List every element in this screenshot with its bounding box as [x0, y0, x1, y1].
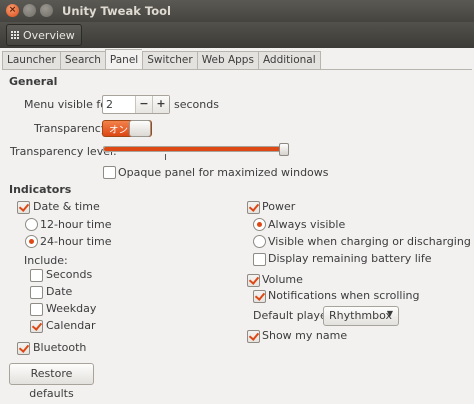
decrement-button[interactable]: − [135, 96, 152, 113]
tab-web-apps[interactable]: Web Apps [196, 51, 258, 69]
tab-panel[interactable]: Panel [104, 49, 143, 69]
title-bar: × Unity Tweak Tool [0, 0, 474, 22]
transparency-label: Transparency: [34, 122, 111, 135]
include-label: Include: [24, 254, 68, 267]
overview-button[interactable]: Overview [6, 24, 82, 46]
minimize-icon[interactable] [23, 4, 36, 17]
slider-fill [104, 147, 281, 151]
tab-launcher[interactable]: Launcher [2, 51, 60, 69]
switch-on-label: オン [109, 125, 129, 136]
indicators-heading: Indicators [9, 183, 72, 196]
menu-visible-stepper: 2 − + [102, 95, 170, 114]
calendar-checkbox[interactable] [30, 320, 43, 333]
tab-bar: Launcher Search Panel Switcher Web Apps … [2, 49, 321, 70]
general-heading: General [9, 75, 58, 88]
transparency-level-label: Transparency level: [10, 145, 117, 158]
slider-handle[interactable] [279, 143, 289, 156]
date-checkbox-label: Date [46, 285, 73, 298]
datetime-label: Date & time [33, 200, 100, 213]
calendar-checkbox-label: Calendar [46, 319, 96, 332]
radio-12-hour[interactable] [25, 218, 38, 231]
radio-always-visible[interactable] [253, 218, 266, 231]
slider-mark [165, 154, 166, 160]
notifications-label: Notifications when scrolling [268, 289, 420, 302]
radio-24-hour[interactable] [25, 235, 38, 248]
dropdown-arrow-icon: ▼ [386, 309, 393, 318]
overview-label: Overview [23, 28, 75, 42]
close-icon[interactable]: × [6, 4, 19, 17]
date-checkbox[interactable] [30, 286, 43, 299]
volume-label: Volume [262, 273, 303, 286]
default-player-dropdown[interactable]: Rhythmbox ▼ [323, 306, 399, 326]
transparency-switch[interactable]: オン [102, 120, 152, 137]
seconds-checkbox-label: Seconds [46, 268, 93, 281]
radio-charging-label: Visible when charging or discharging [268, 235, 471, 248]
battery-checkbox[interactable] [253, 253, 266, 266]
bluetooth-checkbox[interactable] [17, 342, 30, 355]
tab-divider [2, 69, 472, 70]
radio-12-hour-label: 12-hour time [40, 218, 112, 231]
transparency-level-slider[interactable] [103, 146, 287, 152]
seconds-checkbox[interactable] [30, 269, 43, 282]
radio-charging[interactable] [253, 235, 266, 248]
toolbar: Overview [0, 22, 474, 48]
radio-always-visible-label: Always visible [268, 218, 346, 231]
power-checkbox[interactable] [247, 201, 260, 214]
bluetooth-label: Bluetooth [33, 341, 87, 354]
weekday-checkbox-label: Weekday [46, 302, 97, 315]
increment-button[interactable]: + [152, 96, 169, 113]
power-label: Power [262, 200, 296, 213]
unity-tweak-tool-window: × Unity Tweak Tool Overview Launcher Sea… [0, 0, 474, 400]
seconds-label: seconds [174, 98, 219, 111]
radio-24-hour-label: 24-hour time [40, 235, 112, 248]
weekday-checkbox[interactable] [30, 303, 43, 316]
window-title: Unity Tweak Tool [62, 4, 171, 18]
switch-knob [129, 120, 151, 137]
volume-checkbox[interactable] [247, 274, 260, 287]
show-name-label: Show my name [262, 329, 348, 342]
restore-defaults-button[interactable]: Restore defaults [9, 363, 94, 400]
opaque-label: Opaque panel for maximized windows [118, 166, 329, 179]
tab-additional[interactable]: Additional [257, 51, 321, 69]
notifications-checkbox[interactable] [253, 290, 266, 303]
default-player-value: Rhythmbox [329, 309, 393, 322]
grid-icon [11, 31, 19, 39]
datetime-checkbox[interactable] [17, 201, 30, 214]
battery-label: Display remaining battery life [268, 252, 432, 265]
opaque-checkbox[interactable] [103, 166, 116, 179]
show-name-checkbox[interactable] [247, 330, 260, 343]
tab-switcher[interactable]: Switcher [142, 51, 197, 69]
tab-search[interactable]: Search [59, 51, 105, 69]
menu-visible-value[interactable]: 2 [103, 96, 135, 113]
maximize-icon[interactable] [40, 4, 53, 17]
